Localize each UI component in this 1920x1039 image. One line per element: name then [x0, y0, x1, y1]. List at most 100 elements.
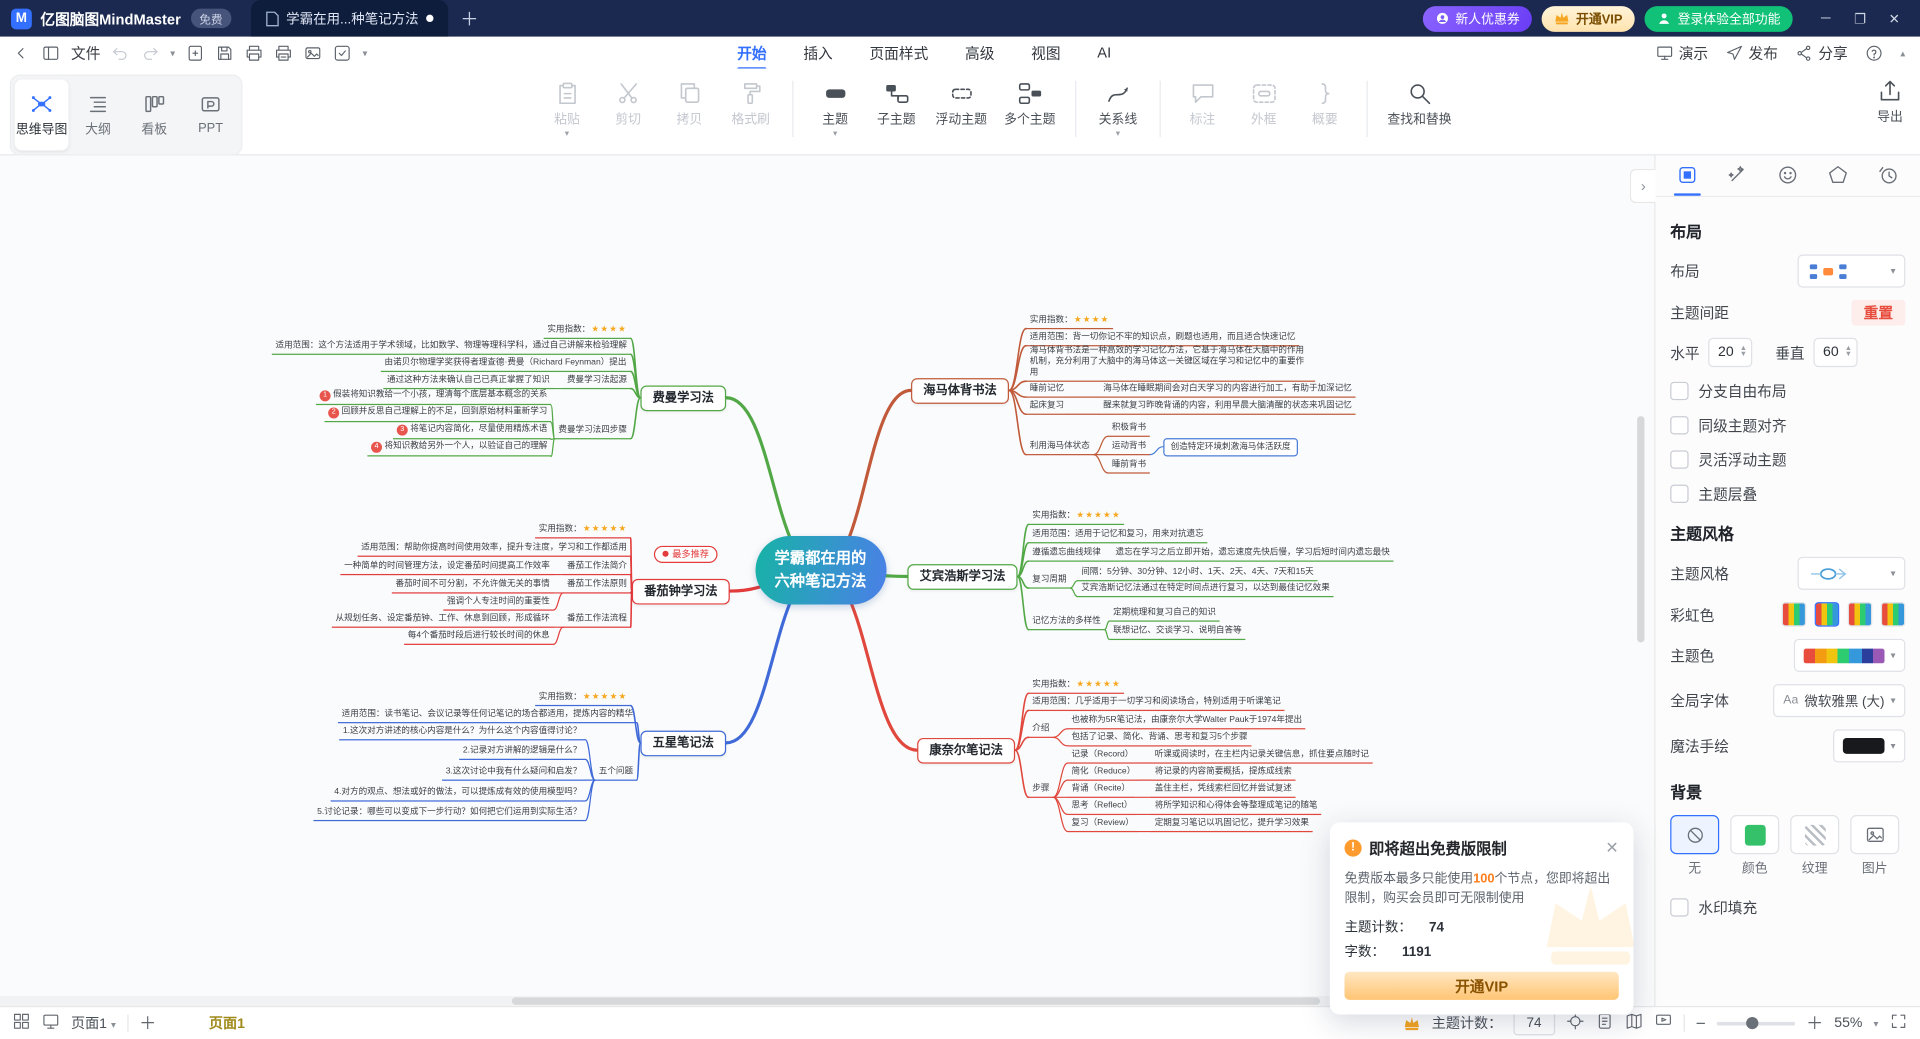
mindmap-node-m5c1[interactable]: 遗忘在学习之后立即开始，遗忘速度先快后慢，学习后短时间内遗忘最快 [1112, 545, 1394, 561]
stepper-arrows-icon[interactable]: ▲▼ [1740, 346, 1747, 358]
mode-mindmap[interactable]: 思维导图 [15, 80, 69, 151]
summary-button[interactable]: 概要 [1294, 76, 1355, 134]
mindmap-node-m5m1[interactable]: 定期梳理和复习自己的知识 [1109, 605, 1219, 621]
print-icon[interactable] [245, 43, 263, 61]
mindmap-node-m1s[interactable]: 费曼学习法四步骤 [555, 423, 631, 439]
cut-button[interactable]: 剪切 [598, 76, 659, 134]
mindmap-node-m5c[interactable]: 遵循遗忘曲线规律 [1029, 545, 1105, 561]
mindmap-node-m2a[interactable]: 适用范围：帮助你提高时间使用效率，提升专注度，学习和工作都适用 [358, 540, 631, 556]
mindmap-node-m6s2[interactable]: 简化（Reduce） [1068, 764, 1139, 780]
mindmap-node-m4s[interactable]: 睡前记忆 [1026, 381, 1068, 397]
grid-view-icon[interactable] [12, 1012, 30, 1034]
mindmap-node-m1s2[interactable]: 2回顾并反思自己理解上的不足，回到原始材料重新学习 [324, 405, 551, 423]
quick-print-icon[interactable] [274, 43, 292, 61]
help-icon[interactable] [1865, 43, 1883, 61]
mindmap-node-m6s2d[interactable]: 将记录的内容简要概括，提炼成线索 [1151, 764, 1295, 780]
global-font-dropdown[interactable]: Aa 微软雅黑 (大) ▾ [1774, 684, 1906, 717]
mode-kanban[interactable]: 看板 [127, 80, 181, 151]
vertical-spacing-stepper[interactable]: 60 ▲▼ [1813, 338, 1857, 367]
mindmap-node-m3q3[interactable]: 3.这次讨论中我有什么疑问和启发？ [442, 764, 585, 780]
reset-button[interactable]: 重置 [1851, 300, 1905, 326]
mindmap-node-m3q4[interactable]: 4.对方的观点、想法或好的做法，可以提炼成有效的使用模型吗？ [331, 785, 586, 801]
close-button[interactable]: ✕ [1878, 2, 1910, 34]
mindmap-node-m2f2[interactable]: 每4个番茄时段后进行较长时间的休息 [404, 628, 553, 644]
mindmap-node-m2p[interactable]: 番茄工作法原则 [563, 577, 630, 593]
panel-list-icon[interactable] [42, 43, 60, 61]
tab-shapes[interactable] [1819, 154, 1856, 196]
topic-caret-icon[interactable]: ▾ [833, 132, 837, 137]
bg-option-image[interactable]: 图片 [1850, 815, 1899, 877]
rainbow-option-1[interactable] [1782, 602, 1806, 626]
mindmap-node-m1c[interactable]: 通过这种方法来确认自己已真正掌握了知识 [383, 373, 553, 389]
bg-option-texture[interactable]: 纹理 [1790, 815, 1839, 877]
multiple-topics-button[interactable]: 多个主题 [996, 76, 1065, 134]
mindmap-node-m4b[interactable]: 海马体背书法是一种高效的学习记忆方法，它基于海马体在大脑中的作用机制，充分利用了… [1026, 343, 1315, 381]
mindmap-node-m4box[interactable]: 创造特定环境刺激海马体活跃度 [1163, 438, 1298, 456]
locate-icon[interactable] [1566, 1012, 1584, 1034]
share-button[interactable]: 分享 [1795, 42, 1848, 63]
page-selector[interactable]: 页面1 ▾ [71, 1013, 116, 1033]
rainbow-option-3[interactable] [1848, 602, 1872, 626]
horizontal-scrollbar-thumb[interactable] [512, 997, 1320, 1004]
mindmap-node-m6a[interactable]: 适用范围：几乎适用于一切学习和阅读场合，特别适用于听课笔记 [1029, 695, 1285, 711]
panel-collapse-button[interactable]: › [1630, 169, 1656, 203]
popup-close-icon[interactable]: ✕ [1605, 838, 1618, 858]
subtopic-button[interactable]: 子主题 [866, 76, 927, 134]
mindmap-node-m1s3[interactable]: 3将笔记内容简化，尽量使用精炼术语 [393, 422, 551, 440]
mindmap-node-m3q[interactable]: 五个问题 [595, 764, 637, 780]
back-icon[interactable] [12, 43, 30, 61]
mindmap-node-m5p2[interactable]: 艾宾浩斯记忆法通过在特定时间点进行复习，以达到最佳记忆效果 [1078, 581, 1334, 597]
mindmap-node-m1s1[interactable]: 1假装将知识教给一个小孩，理清每个底层基本概念的关系 [316, 388, 551, 406]
collapse-ribbon-icon[interactable]: ▴ [1900, 47, 1905, 58]
quick-access-caret-icon[interactable]: ▾ [362, 47, 367, 58]
mindmap-node-m6s1[interactable]: 记录（Record） [1068, 747, 1137, 763]
minimize-button[interactable]: ─ [1810, 2, 1842, 34]
mindmap-node-m6s1d[interactable]: 听课或阅读时，在主栏内记录关键信息，抓住要点随时记 [1151, 747, 1373, 763]
login-button[interactable]: 登录体验全部功能 [1645, 6, 1793, 32]
magic-draw-dropdown[interactable]: ▾ [1833, 729, 1905, 762]
mindmap-node-m1r[interactable]: 实用指数：★★★★ [544, 322, 631, 338]
mindmap-node-m3q2[interactable]: 2.记录对方讲解的逻辑是什么？ [459, 743, 585, 759]
bg-option-none[interactable]: 无 [1670, 815, 1719, 877]
stepper-arrows-icon[interactable]: ▲▼ [1845, 346, 1852, 358]
topic-button[interactable]: 主题▾ [804, 76, 865, 142]
mindmap-node-m6s3d[interactable]: 盖住主栏，凭线索栏回忆并尝试复述 [1151, 781, 1295, 797]
checkbox-align-sibling-topics[interactable]: 同级主题对齐 [1670, 415, 1905, 436]
slideshow-icon[interactable] [42, 1012, 60, 1034]
popup-open-vip-button[interactable]: 开通VIP [1345, 971, 1619, 999]
new-page-icon[interactable] [186, 43, 204, 61]
tab-insert[interactable]: 插入 [801, 37, 835, 68]
mindmap-node-m3q1[interactable]: 1.这次对方讲述的核心内容是什么？为什么这个内容值得讨论？ [339, 724, 585, 740]
mindmap-node-m4s1[interactable]: 海马体在睡眠期间会对白天学习的内容进行加工，有助于加深记忆 [1100, 381, 1356, 397]
mindmap-node-m5m2[interactable]: 联想记忆、交谈学习、说明自答等 [1109, 624, 1245, 640]
mindmap-node-m1b[interactable]: 由诺贝尔物理学奖获得者理查德·费曼（Richard Feynman）提出 [381, 356, 630, 372]
select-check-icon[interactable] [333, 43, 351, 61]
mindmap-node-m6s5[interactable]: 复习（Review） [1068, 816, 1138, 832]
rainbow-option-4[interactable] [1881, 602, 1905, 626]
mindmap-node-m2p2[interactable]: 强调个人专注时间的重要性 [443, 594, 553, 610]
mindmap-node-m6[interactable]: 康奈尔笔记法 [917, 737, 1015, 763]
tab-ai-magic[interactable] [1719, 154, 1756, 196]
mindmap-node-c0[interactable]: 学霸都在用的 六种笔记方法 [755, 536, 886, 604]
zoom-level[interactable]: 55% [1834, 1016, 1862, 1031]
horizontal-spacing-stepper[interactable]: 20 ▲▼ [1708, 338, 1752, 367]
mindmap-node-m1o[interactable]: 费曼学习法起源 [563, 373, 630, 389]
theme-style-dropdown[interactable]: ▾ [1798, 557, 1906, 590]
file-menu[interactable]: 文件 [71, 42, 100, 63]
checkbox-free-branch-layout[interactable]: 分支自由布局 [1670, 381, 1905, 402]
find-replace-button[interactable]: 查找和替换 [1379, 76, 1460, 134]
tab-format[interactable] [1669, 154, 1706, 196]
zoom-out-button[interactable]: − [1696, 1013, 1706, 1033]
coupon-button[interactable]: 新人优惠券 [1422, 6, 1532, 32]
format-painter-button[interactable]: 格式刷 [720, 76, 781, 134]
mindmap-node-m6s4d[interactable]: 将所学知识和心得体会等整理成笔记的随笔 [1151, 799, 1321, 815]
mindmap-node-m6r[interactable]: 实用指数：★★★★★ [1029, 677, 1125, 693]
document-tab[interactable]: 学霸在用...种笔记方法 [251, 0, 448, 37]
mindmap-node-m1s4[interactable]: 4将知识教给另外一个人，以验证自己的理解 [367, 439, 551, 457]
checkbox-topic-overlap[interactable]: 主题层叠 [1670, 483, 1905, 504]
new-tab-button[interactable]: ＋ [460, 6, 478, 32]
mindmap-node-m3q5[interactable]: 5.讨论记录：哪些可以变成下一步行动？如何把它们运用到实际生活？ [313, 805, 585, 821]
mindmap-node-m6i1[interactable]: 也被称为5R笔记法，由康奈尔大学Walter Pauk于1974年提出 [1068, 713, 1306, 729]
open-vip-button[interactable]: 开通VIP [1542, 6, 1635, 32]
mode-outline[interactable]: 大纲 [71, 80, 125, 151]
